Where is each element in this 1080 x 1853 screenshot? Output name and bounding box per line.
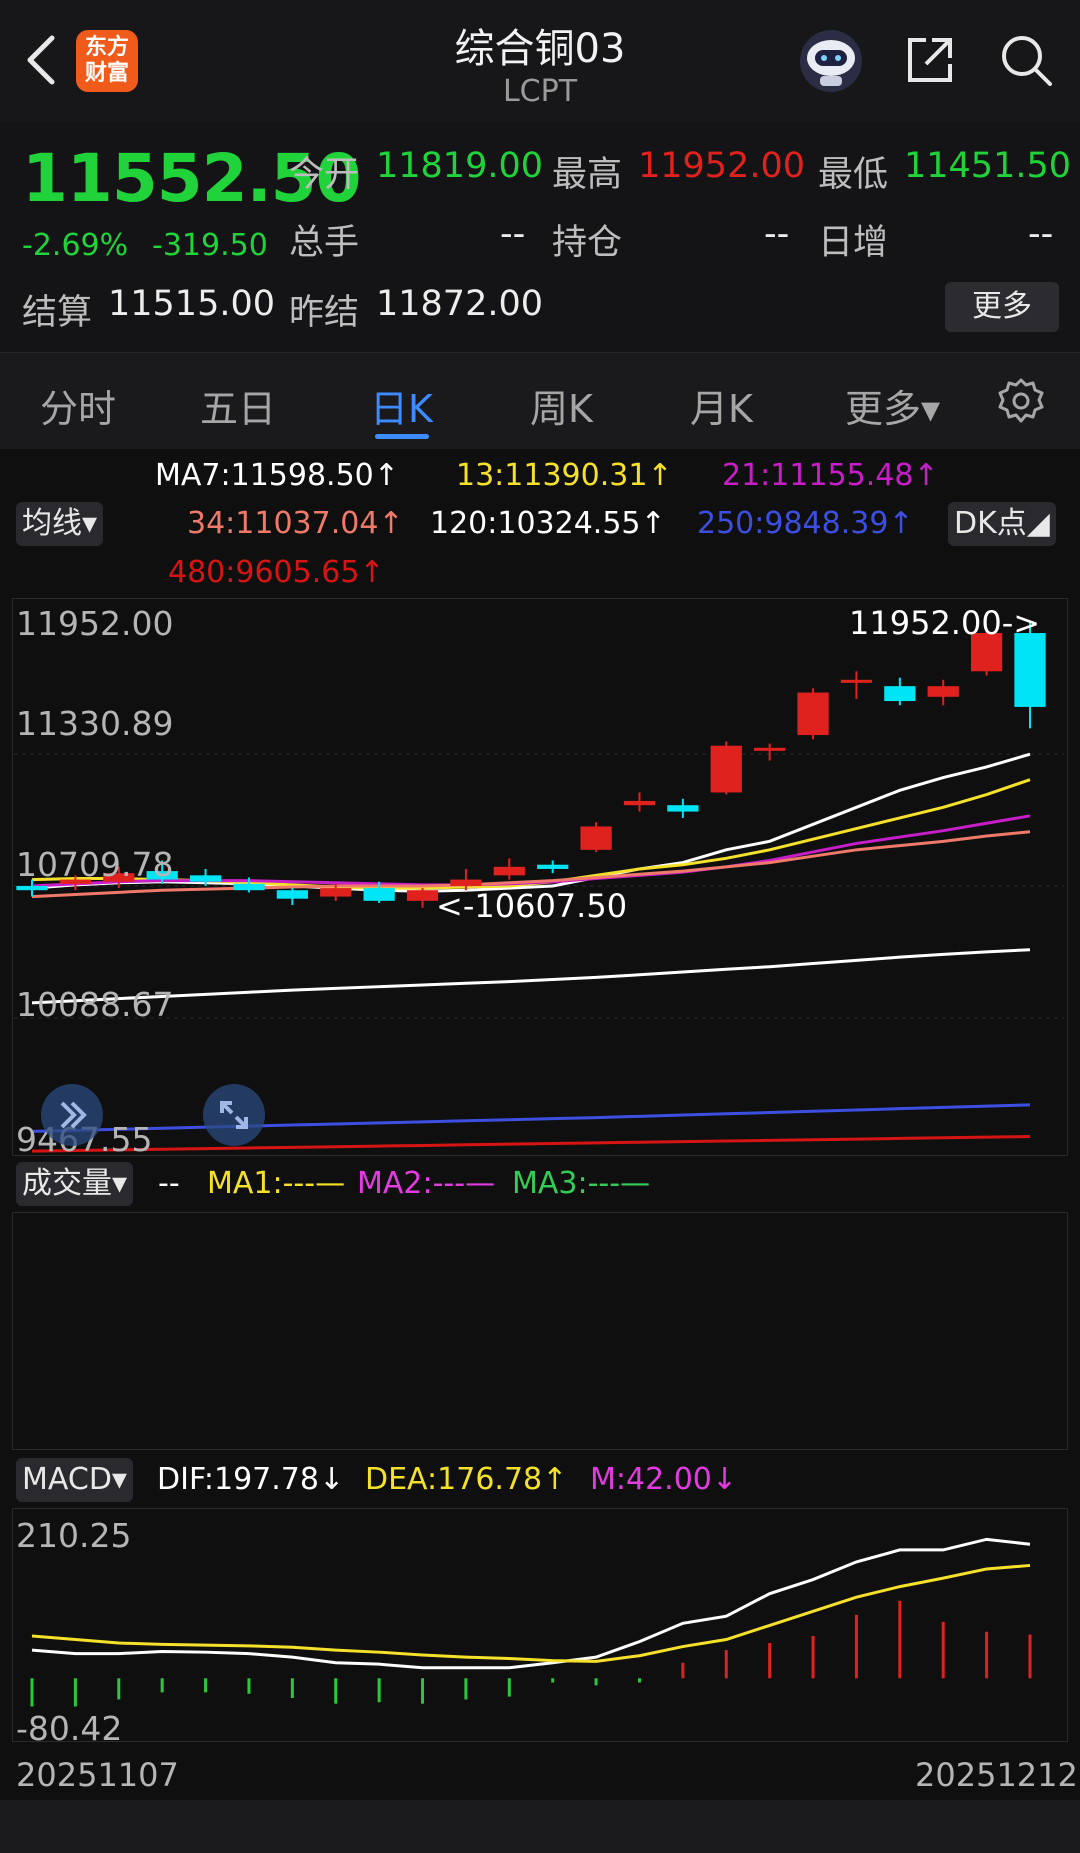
bottom-input-bar[interactable] xyxy=(0,1800,1080,1853)
macd-dea-line xyxy=(31,1563,1031,1663)
macd-dif-line xyxy=(31,1537,1031,1670)
macd-axis-label: -80.42 xyxy=(16,1709,123,1748)
macd-axis-label: 210.25 xyxy=(16,1516,132,1555)
macd-chart xyxy=(30,1537,1032,1707)
date-axis-end: 20251212 xyxy=(915,1756,1078,1794)
date-axis-start: 20251107 xyxy=(16,1756,179,1794)
